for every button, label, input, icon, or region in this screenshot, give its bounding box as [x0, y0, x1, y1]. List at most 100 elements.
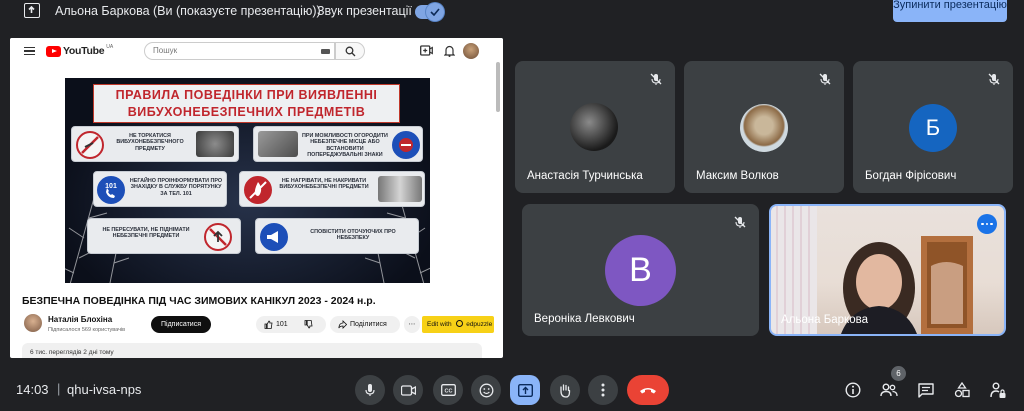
phone-icon: 101 [97, 176, 125, 204]
raise-hand-button[interactable] [550, 375, 580, 405]
info-icon [845, 382, 861, 398]
participant-name: Альона Баркова [781, 314, 868, 326]
thumbs-up-icon[interactable] [264, 320, 273, 329]
emoji-icon [479, 383, 493, 397]
no-lift-icon [204, 223, 232, 251]
meeting-details-button[interactable] [843, 380, 863, 400]
captions-icon: CC [440, 384, 456, 396]
video-description[interactable]: 6 тис. переглядів 2 дні тому [22, 343, 482, 358]
mine-picture [196, 131, 234, 157]
participant-avatar [740, 104, 788, 152]
meeting-time: 14:03 [16, 382, 49, 397]
present-screen-icon [517, 383, 533, 397]
no-fire-icon [244, 176, 272, 204]
video-title: БЕЗПЕЧНА ПОВЕДІНКА ПІД ЧАС ЗИМОВИХ КАНІК… [22, 295, 376, 307]
participant-avatar: В [605, 235, 676, 306]
rule-card: НЕ ТОРКАТИСЯ ВИБУХОНЕБЕЗПЕЧНОГО ПРЕДМЕТУ [71, 126, 239, 162]
video-player[interactable]: ПРАВИЛА ПОВЕДІНКИ ПРИ ВИЯВЛЕННІ ВИБУХОНЕ… [65, 78, 430, 283]
youtube-account-avatar[interactable] [463, 43, 479, 59]
youtube-search-button[interactable] [335, 42, 365, 60]
search-icon [345, 46, 356, 57]
hang-up-icon [640, 388, 656, 394]
camera-icon [400, 384, 416, 396]
presentation-sound-toggle[interactable] [415, 3, 444, 21]
slide-title: ПРАВИЛА ПОВЕДІНКИ ПРИ ВИЯВЛЕННІ ВИБУХОНЕ… [93, 84, 400, 123]
like-count: 101 [276, 321, 288, 328]
participant-tile[interactable]: Анастасія Турчинська [515, 61, 675, 193]
shapes-icon [954, 382, 970, 398]
notifications-icon[interactable] [444, 45, 455, 57]
lock-person-icon [990, 382, 1006, 398]
participant-name: Максим Волков [696, 170, 779, 182]
control-bar: 14:03 | qhu-ivsa-nps CC [0, 365, 1024, 411]
captions-button[interactable]: CC [433, 375, 463, 405]
leave-call-button[interactable] [627, 375, 669, 405]
subscribe-button[interactable]: Підписатися [151, 316, 211, 333]
participant-tile[interactable]: В Вероніка Левкович [522, 204, 759, 336]
rule-card: ПРИ МОЖЛИВОСТІ ОГОРОДИТИ НЕБЕЗПЕЧНЕ МІСЦ… [253, 126, 423, 162]
participant-tile[interactable]: Максим Волков [684, 61, 844, 193]
edpuzzle-icon [456, 320, 464, 327]
hand-icon [560, 383, 571, 398]
camera-button[interactable] [393, 375, 423, 405]
mic-off-icon [650, 73, 662, 85]
channel-name[interactable]: Наталія Блохіна [48, 315, 112, 324]
shared-screen: YouTube UA Пошук ПРАВИЛА ПОВЕДІНКИ ПРИ В… [10, 38, 503, 358]
participant-name: Богдан Фірісович [865, 170, 957, 182]
share-icon [338, 320, 347, 329]
youtube-search-input[interactable]: Пошук [144, 42, 335, 60]
rule-card: СПОВІСТИТИ ОТОЧУЮЧИХ ПРО НЕБЕЗПЕКУ [255, 218, 419, 254]
channel-avatar[interactable] [24, 314, 42, 332]
check-icon [426, 3, 444, 21]
participant-name: Вероніка Левкович [534, 313, 635, 325]
share-button[interactable]: Поділитися [330, 316, 400, 333]
scrollbar[interactable] [496, 62, 500, 112]
present-now-button[interactable] [510, 375, 540, 405]
mic-icon [365, 384, 375, 396]
chat-button[interactable] [916, 380, 936, 400]
people-icon [880, 383, 898, 397]
like-dislike-group: 101 [256, 316, 326, 333]
more-horiz-icon: ⋯ [408, 321, 416, 328]
mic-off-icon [734, 216, 746, 228]
participant-tile[interactable]: Б Богдан Фірісович [853, 61, 1013, 193]
people-button[interactable] [879, 380, 899, 400]
self-video-tile[interactable]: Альона Баркова [769, 204, 1006, 336]
participant-avatar: Б [909, 104, 957, 152]
youtube-play-icon [46, 45, 61, 57]
keyboard-icon[interactable] [321, 49, 330, 54]
mic-button[interactable] [355, 375, 385, 405]
more-options-button[interactable]: ⋯ [404, 316, 420, 333]
rule-card: НЕ ПЕРЕСУВАТИ, НЕ ПІДНІМАТИ НЕБЕЗПЕЧНІ П… [87, 218, 241, 254]
present-screen-icon [24, 3, 40, 18]
activities-button[interactable] [952, 380, 972, 400]
bullet-picture [378, 176, 422, 202]
youtube-header: YouTube UA Пошук [10, 38, 503, 64]
youtube-logo[interactable]: YouTube UA [46, 44, 113, 57]
more-vert-icon [601, 383, 605, 397]
thumbs-down-icon[interactable] [304, 320, 313, 329]
create-video-icon[interactable] [420, 45, 433, 56]
more-options-button[interactable] [588, 375, 618, 405]
participant-avatar [570, 103, 618, 151]
host-controls-button[interactable] [988, 380, 1008, 400]
edit-with-edpuzzle-button[interactable]: Edit with edpuzzle [422, 316, 494, 333]
presentation-sound-label: Звук презентації [317, 4, 412, 18]
shell-picture [258, 131, 298, 157]
menu-icon[interactable] [24, 47, 35, 55]
svg-text:CC: CC [444, 389, 452, 395]
chat-icon [918, 382, 934, 398]
reactions-button[interactable] [471, 375, 501, 405]
rule-card: 101 НЕГАЙНО ПРОІНФОРМУВАТИ ПРО ЗНАХІДКУ … [93, 171, 227, 207]
no-touch-icon [76, 131, 104, 159]
participant-name: Анастасія Турчинська [527, 170, 643, 182]
more-options-button[interactable] [977, 214, 997, 234]
meeting-code: qhu-ivsa-nps [67, 382, 142, 397]
mic-off-icon [819, 73, 831, 85]
stop-presenting-button[interactable]: Зупинити презентацію [893, 0, 1007, 22]
mic-off-icon [988, 73, 1000, 85]
sign-icon [392, 131, 420, 159]
channel-subscribers: Підписалося 569 користувачів [48, 327, 126, 333]
megaphone-icon [260, 223, 288, 251]
rule-card: НЕ НАГРІВАТИ, НЕ НАКРИВАТИ ВИБУХОНЕБЕЗПЕ… [239, 171, 425, 207]
